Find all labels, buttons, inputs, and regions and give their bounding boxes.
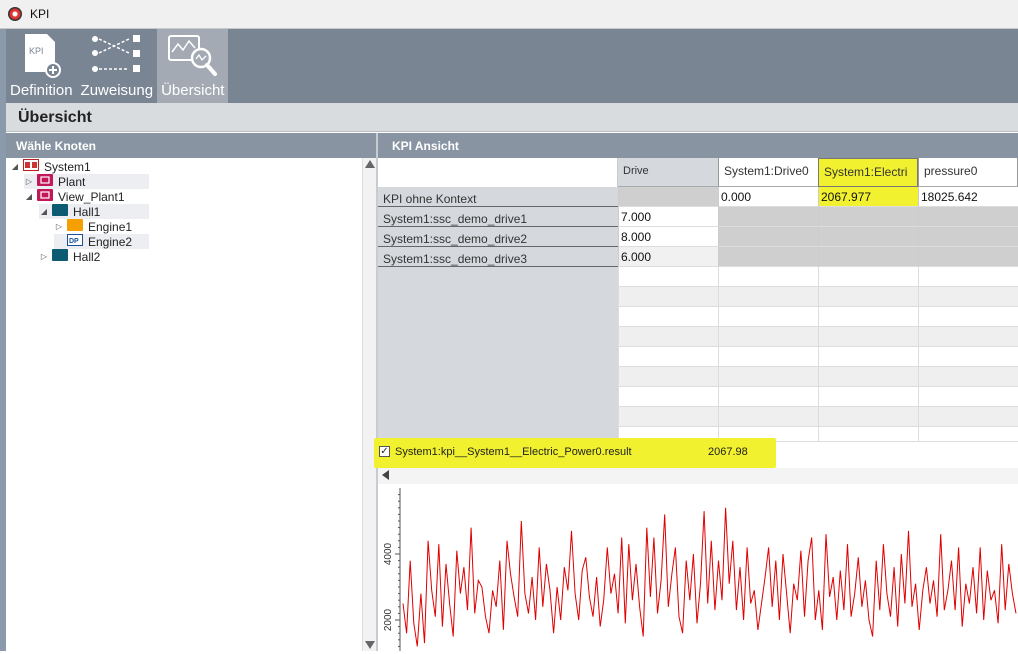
plant-icon [37,189,53,204]
tree-node-label: Hall2 [73,249,101,264]
toolbar-uebersicht-label: Übersicht [161,82,225,99]
toolbar-uebersicht-button[interactable]: Übersicht [157,29,229,103]
kpi-cell[interactable] [718,247,818,267]
tree-node-system1[interactable]: ◢ System1 [10,159,91,174]
svg-text:DP: DP [69,238,79,245]
svg-text:KPI: KPI [29,46,44,56]
expanded-triangle-icon[interactable]: ◢ [24,192,34,202]
kpi-column-header[interactable]: pressure0 [918,158,1018,187]
kpi-cell[interactable]: 7.000 [618,207,718,227]
series-current-value: 2067.98 [708,446,748,458]
collapsed-triangle-icon[interactable]: ▷ [54,222,64,232]
y-tick-label: 4000 [383,542,394,565]
kpi-column-header[interactable]: Drive [618,158,718,187]
toolbar-definition-button[interactable]: KPI Definition [6,29,77,103]
kpi-cell[interactable]: 6.000 [618,247,718,267]
chart-magnifier-icon [165,32,221,78]
scroll-down-icon[interactable] [365,641,375,649]
kpi-cell[interactable] [918,227,1018,247]
tree-node-engine2[interactable]: DP Engine2 [54,234,149,249]
kpi-row-header[interactable]: KPI ohne Kontext [378,187,618,207]
kpi-cell[interactable] [618,187,718,207]
kpi-row-header[interactable]: System1:ssc_demo_drive1 [378,207,618,227]
kpi-cell[interactable] [818,227,918,247]
kpi-column-header-selected[interactable]: System1:Electri [818,158,918,187]
grid-line [918,267,919,442]
kpi-column-header[interactable]: System1:Drive0 [718,158,818,187]
trend-chart[interactable]: 2000 4000 [378,484,1018,651]
trend-chart-svg: 2000 4000 [383,488,1017,651]
tree-scrollbar[interactable] [362,158,376,651]
kpi-cell[interactable] [818,207,918,227]
tree-node-hall1[interactable]: ◢ Hall1 [39,204,149,219]
chart-nav-bar [378,468,1018,484]
tree-node-label: Plant [58,174,86,189]
kpi-cell[interactable]: 0.000 [718,187,818,207]
grid-line [818,267,819,442]
kpi-document-add-icon: KPI [13,32,69,78]
tree-node-label: Engine2 [88,234,133,249]
collapsed-triangle-icon[interactable]: ▷ [24,177,34,187]
tree-panel-header: Wähle Knoten [6,133,376,158]
grid-line [618,267,619,442]
kpi-cell[interactable] [718,207,818,227]
tree-node-plant[interactable]: ▷ Plant [24,174,149,189]
tree-node-view-plant1[interactable]: ◢ View_Plant1 [24,189,125,204]
app-icon [8,7,22,21]
kpi-grid-corner [378,158,618,187]
hall-icon [52,249,68,264]
kpi-cell[interactable] [918,247,1018,267]
plant-icon [37,174,53,189]
window-title: KPI [30,7,50,21]
tree-node-label: Engine1 [88,219,133,234]
series-line [402,507,1017,647]
kpi-cell[interactable]: 18025.642 [918,187,1018,207]
tree-node-label: Hall1 [73,204,101,219]
hall-icon [52,204,68,219]
node-tree: ◢ System1 ▷ Plant ◢ View_Plant1 ◢ Hall1 … [6,158,362,651]
toolbar-definition-label: Definition [10,82,73,99]
toolbar: KPI Definition Zuweisung Übersicht [6,29,1018,103]
kpi-cell[interactable] [718,227,818,247]
toolbar-zuweisung-button[interactable]: Zuweisung [77,29,158,103]
toolbar-zuweisung-label: Zuweisung [80,82,154,99]
grid-line [718,267,719,442]
expanded-triangle-icon[interactable]: ◢ [10,162,20,172]
y-tick-label: 2000 [383,608,394,631]
series-checkbox[interactable]: ✓ [379,446,390,457]
window-titlebar: KPI [0,0,1018,29]
assignment-arrows-icon [89,32,145,78]
collapsed-triangle-icon[interactable]: ▷ [39,252,49,262]
kpi-cell-selected[interactable]: 2067.977 [818,187,918,207]
scroll-left-arrow-icon[interactable] [382,470,389,480]
kpi-row-header[interactable]: System1:ssc_demo_drive3 [378,247,618,267]
system-icon [23,159,39,174]
kpi-cell[interactable]: 8.000 [618,227,718,247]
tree-node-label: System1 [44,159,91,174]
kpi-row-header[interactable]: System1:ssc_demo_drive2 [378,227,618,247]
kpi-panel-header: KPI Ansicht [378,133,1018,158]
tree-node-engine1[interactable]: ▷ Engine1 [54,219,132,234]
datapoint-icon: DP [67,234,83,249]
tree-node-hall2[interactable]: ▷ Hall2 [39,249,100,264]
series-name: System1:kpi__System1__Electric_Power0.re… [395,446,632,458]
scroll-up-icon[interactable] [365,160,375,168]
kpi-cell[interactable] [918,207,1018,227]
expanded-triangle-icon[interactable]: ◢ [39,207,49,217]
section-title: Übersicht [6,103,1018,132]
kpi-cell[interactable] [818,247,918,267]
tree-node-label: View_Plant1 [58,189,125,204]
engine-icon [67,219,83,234]
